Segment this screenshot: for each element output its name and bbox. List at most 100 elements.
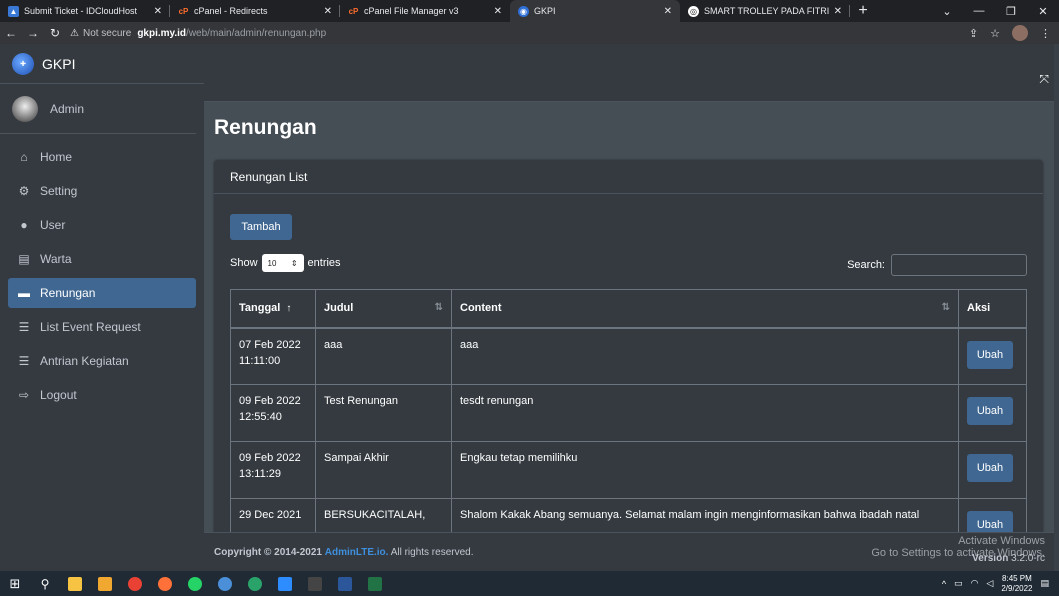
renungan-table: Tanggal ↑ Judul ⇅ Content ⇅ Aksi 07 Feb … (230, 289, 1027, 556)
restore-icon[interactable]: ❐ (995, 5, 1027, 18)
close-tab-icon[interactable]: ✕ (834, 6, 842, 17)
battery-icon[interactable]: ▭ (954, 578, 963, 589)
sidebar-menu: ⌂ Home ⚙ Setting ● User ▤ Warta ▬ Renung… (0, 134, 204, 410)
close-window-icon[interactable]: ✕ (1027, 5, 1059, 18)
sidebar: ✚ GKPI Admin ⌂ Home ⚙ Setting ● User ▤ W… (0, 44, 204, 571)
store-icon[interactable] (90, 571, 120, 596)
sidebar-item-label: List Event Request (40, 320, 141, 334)
file-explorer-icon[interactable] (60, 571, 90, 596)
column-header-aksi: Aksi (958, 289, 1027, 329)
profile-avatar-icon[interactable] (1012, 25, 1028, 41)
sidebar-item-renungan[interactable]: ▬ Renungan (8, 278, 196, 308)
share-icon[interactable]: ⇪ (969, 27, 978, 40)
idcloudhost-favicon-icon: ▲ (8, 5, 19, 17)
brand-link[interactable]: ✚ GKPI (0, 44, 204, 84)
system-tray: ^ ▭ ◠ ◁ 8:45 PM 2/9/2022 ▤ (942, 574, 1059, 594)
windows-start-icon[interactable]: ⊞ (0, 571, 30, 596)
clock[interactable]: 8:45 PM 2/9/2022 (1001, 574, 1032, 594)
tab-title: cPanel - Redirects (194, 6, 268, 16)
clock-time: 8:45 PM (1002, 573, 1032, 583)
word-icon[interactable] (330, 571, 360, 596)
sidebar-item-logout[interactable]: ⇨ Logout (8, 380, 196, 410)
app-green-icon[interactable] (240, 571, 270, 596)
sidebar-item-home[interactable]: ⌂ Home (8, 142, 196, 172)
page: ✚ GKPI Admin ⌂ Home ⚙ Setting ● User ▤ W… (0, 44, 1059, 571)
terminal-icon[interactable] (300, 571, 330, 596)
forward-icon[interactable]: → (22, 26, 44, 40)
user-icon: ● (20, 218, 28, 232)
window-controls: ⌄ — ❐ ✕ (931, 0, 1059, 22)
chevron-up-icon[interactable]: ^ (942, 579, 946, 589)
copyright-text: Copyright © 2014-2021 (214, 547, 322, 558)
clock-date: 2/9/2022 (1001, 583, 1033, 593)
sidebar-item-antrian-kegiatan[interactable]: ☰ Antrian Kegiatan (8, 346, 196, 376)
close-tab-icon[interactable]: ✕ (494, 6, 502, 17)
not-secure-label[interactable]: Not secure (83, 28, 131, 39)
sidebar-item-user[interactable]: ● User (8, 210, 196, 240)
close-tab-icon[interactable]: ✕ (154, 6, 162, 17)
globe-favicon-icon: ◎ (688, 5, 699, 17)
search-label: Search: (847, 259, 885, 271)
column-header-judul[interactable]: Judul ⇅ (315, 289, 452, 329)
entries-length-control: Show 10 ⇕ entries (230, 254, 341, 272)
browser-tab-gkpi[interactable]: ◉ GKPI ✕ (510, 0, 680, 22)
browser-tab-cpanel-file-manager[interactable]: cP cPanel File Manager v3 ✕ (340, 0, 510, 22)
edit-button[interactable]: Ubah (967, 397, 1013, 425)
adminlte-link[interactable]: AdminLTE.io. (325, 547, 389, 558)
firefox-icon[interactable] (150, 571, 180, 596)
browser-tab-smart-trolley[interactable]: ◎ SMART TROLLEY PADA FITRI ✕ (680, 0, 850, 22)
edit-button[interactable]: Ubah (967, 340, 1013, 369)
excel-icon[interactable] (360, 571, 390, 596)
user-name[interactable]: Admin (50, 102, 84, 116)
url-field[interactable]: ⚠ Not secure gkpi.my.id /web/main/admin/… (70, 24, 969, 42)
cell-aksi: Ubah (958, 327, 1027, 385)
close-tab-icon[interactable]: ✕ (324, 6, 332, 17)
gkpi-logo-icon: ✚ (12, 52, 34, 75)
table-row: 07 Feb 2022 11:11:00 aaa aaa Ubah (230, 327, 1027, 385)
sidebar-item-label: Setting (40, 184, 78, 198)
tab-title: Submit Ticket - IDCloudHost (24, 6, 138, 16)
volume-icon[interactable]: ◁ (986, 578, 993, 589)
cpanel-favicon-icon: cP (178, 6, 189, 16)
browser-tab-cpanel-redirects[interactable]: cP cPanel - Redirects ✕ (170, 0, 340, 22)
top-navbar: ⤧ (204, 44, 1059, 102)
column-header-content[interactable]: Content ⇅ (451, 289, 959, 329)
cell-tanggal: 09 Feb 2022 12:55:40 (230, 384, 316, 442)
tab-search-icon[interactable]: ⌄ (931, 5, 963, 18)
page-scrollbar[interactable] (1054, 44, 1059, 571)
sidebar-item-label: Antrian Kegiatan (40, 354, 129, 368)
warning-icon[interactable]: ⚠ (70, 28, 79, 39)
wifi-icon[interactable]: ◠ (971, 578, 979, 589)
edit-button[interactable]: Ubah (967, 454, 1013, 482)
close-tab-icon[interactable]: ✕ (664, 6, 672, 17)
chrome-icon[interactable] (120, 571, 150, 596)
chrome-active-icon[interactable] (210, 571, 240, 596)
fullscreen-icon[interactable]: ⤧ (1039, 72, 1049, 87)
entries-value: 10 (267, 258, 277, 268)
bookmark-star-icon[interactable]: ☆ (990, 27, 1000, 40)
menu-kebab-icon[interactable]: ⋮ (1040, 27, 1051, 40)
home-icon: ⌂ (20, 150, 28, 164)
notification-icon[interactable]: ▤ (1040, 578, 1049, 589)
whatsapp-icon[interactable] (180, 571, 210, 596)
column-header-tanggal[interactable]: Tanggal ↑ (230, 289, 316, 329)
zoom-icon[interactable] (270, 571, 300, 596)
brand-name: GKPI (42, 55, 76, 72)
list-icon: ☰ (18, 320, 30, 334)
sidebar-item-setting[interactable]: ⚙ Setting (8, 176, 196, 206)
search-input[interactable] (891, 254, 1027, 276)
add-button[interactable]: Tambah (230, 214, 292, 240)
cell-aksi: Ubah (958, 441, 1027, 499)
search-icon[interactable]: ⚲ (30, 571, 60, 596)
sort-asc-icon: ↑ (286, 303, 292, 315)
sidebar-item-warta[interactable]: ▤ Warta (8, 244, 196, 274)
sidebar-item-list-event-request[interactable]: ☰ List Event Request (8, 312, 196, 342)
back-icon[interactable]: ← (0, 26, 22, 40)
minimize-icon[interactable]: — (963, 5, 995, 17)
entries-select[interactable]: 10 ⇕ (261, 254, 304, 272)
reload-icon[interactable]: ↻ (44, 26, 66, 40)
browser-tab-idcloudhost[interactable]: ▲ Submit Ticket - IDCloudHost ✕ (0, 0, 170, 22)
new-tab-button[interactable]: + (850, 0, 876, 22)
sort-icon: ⇅ (941, 302, 950, 314)
user-panel[interactable]: Admin (0, 84, 196, 134)
